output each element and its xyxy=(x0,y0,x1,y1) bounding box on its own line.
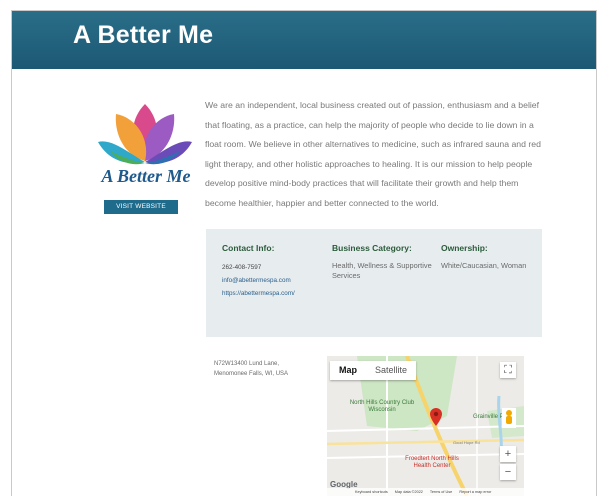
zoom-in-button[interactable]: + xyxy=(500,446,516,462)
page-header: A Better Me xyxy=(12,11,596,69)
pegman-icon[interactable] xyxy=(502,408,516,428)
page-title: A Better Me xyxy=(73,21,214,49)
ownership-value: White/Caucasian, Woman xyxy=(441,261,527,270)
fullscreen-icon[interactable]: ⛶ xyxy=(500,362,516,378)
ownership-column: Ownership: White/Caucasian, Woman xyxy=(441,243,531,271)
ownership-heading: Ownership: xyxy=(441,243,488,253)
phone-number: 262-408-7597 xyxy=(222,264,262,271)
contact-info-column: Contact Info: 262-408-7597 info@abetterm… xyxy=(222,243,322,300)
map-label-hospital: Froedtert North Hills Health Center xyxy=(405,456,459,469)
zoom-out-button[interactable]: − xyxy=(500,464,516,480)
report-error-link[interactable]: Report a map error xyxy=(459,490,491,494)
visit-website-button[interactable]: VISIT WEBSITE xyxy=(104,200,178,214)
map-data-text: Map data ©2022 xyxy=(394,490,423,494)
category-heading: Business Category: xyxy=(332,243,412,253)
contact-heading: Contact Info: xyxy=(222,243,275,253)
map-label-road: Good Hope Rd xyxy=(453,440,480,445)
map-label-club: North Hills Country Club Wisconsin xyxy=(349,400,415,413)
map-type-toggle: Map Satellite xyxy=(330,361,417,380)
keyboard-shortcuts-link[interactable]: Keyboard shortcuts xyxy=(355,490,388,494)
logo-wordmark: A Better Me xyxy=(101,166,191,186)
map-tab-map[interactable]: Map xyxy=(330,361,366,380)
business-address: N72W13400 Lund Lane, Menomonee Falls, WI… xyxy=(214,361,289,377)
map-tab-satellite[interactable]: Satellite xyxy=(366,361,416,380)
business-category-column: Business Category: Health, Wellness & Su… xyxy=(332,243,432,281)
email-link[interactable]: info@abettermespa.com xyxy=(222,274,322,287)
business-description: We are an independent, local business cr… xyxy=(205,100,541,208)
website-link[interactable]: https://abettermespa.com/ xyxy=(222,287,322,300)
listing-card: A Better Me A Better Me VISIT WEBSITE We… xyxy=(11,10,597,496)
info-panel: Contact Info: 262-408-7597 info@abetterm… xyxy=(206,229,542,337)
map-attribution: Keyboard shortcuts Map data ©2022 Terms … xyxy=(327,488,524,496)
terms-link[interactable]: Terms of Use xyxy=(430,490,452,494)
category-value: Health, Wellness & Supportive Services xyxy=(332,261,432,280)
location-pin-icon[interactable] xyxy=(430,408,442,426)
google-map[interactable]: North Hills Country Club Wisconsin Froed… xyxy=(327,356,524,496)
